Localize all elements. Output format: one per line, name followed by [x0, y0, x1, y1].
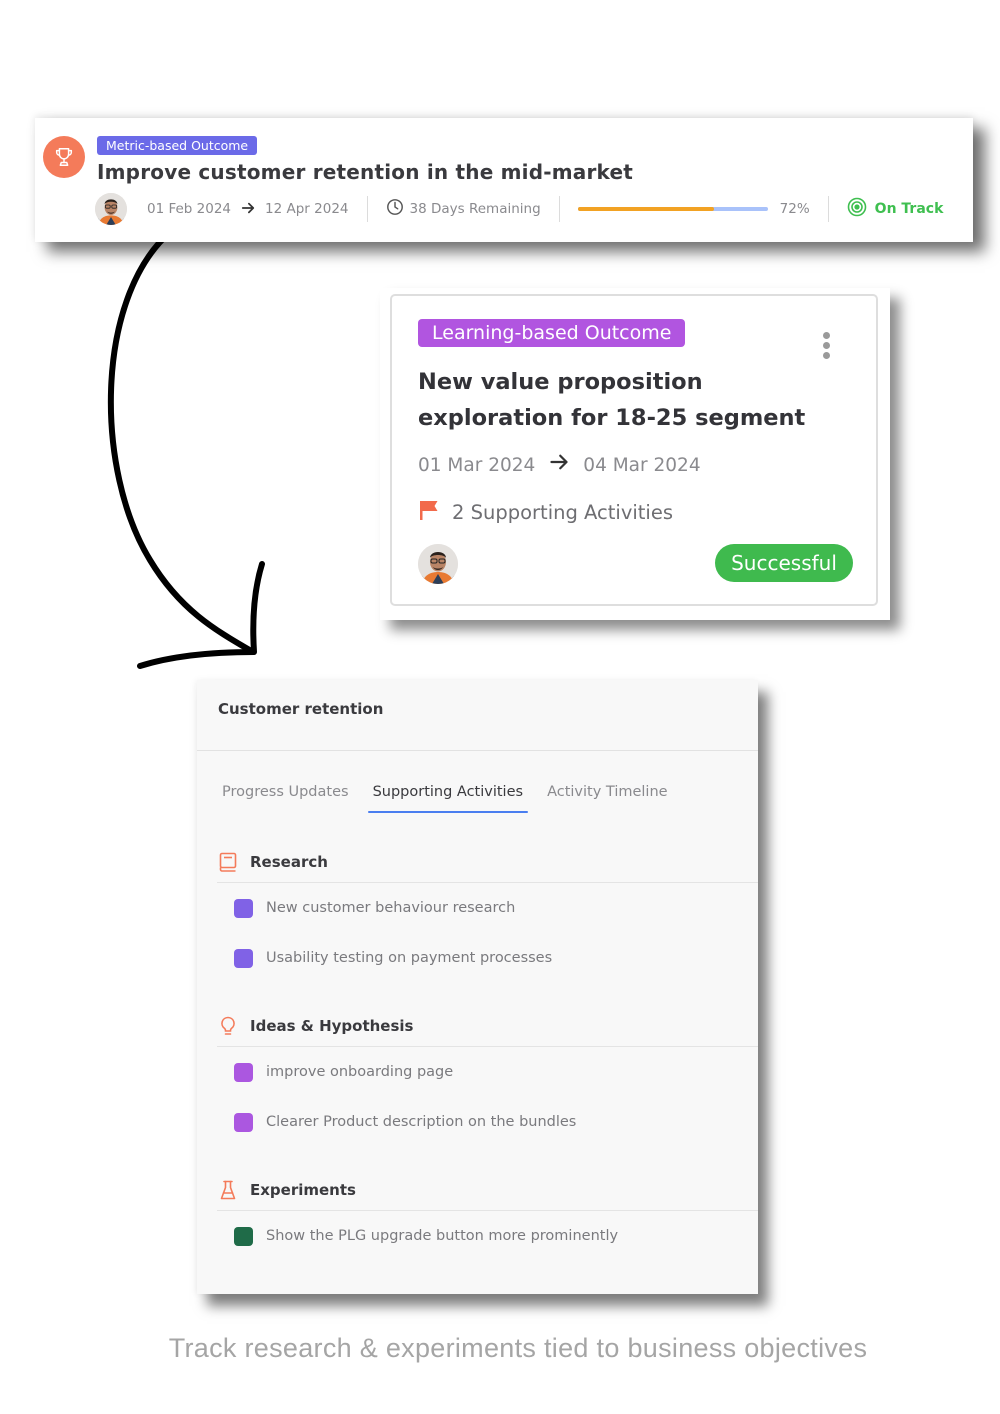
avatar[interactable]: [418, 544, 458, 584]
clock-icon: [386, 198, 404, 220]
start-date: 01 Mar 2024: [418, 454, 536, 476]
supporting-activities-label: 2 Supporting Activities: [452, 501, 674, 524]
status-badge: Successful: [715, 544, 853, 582]
section-research: Research New customer behaviour research…: [217, 841, 758, 983]
caption: Track research & experiments tied to bus…: [168, 1333, 868, 1363]
metric-outcome-card[interactable]: Metric-based Outcome Improve customer re…: [35, 118, 973, 242]
start-date: 01 Feb 2024: [147, 201, 232, 217]
activity-label: New customer behaviour research: [266, 900, 516, 916]
panel-title: Customer retention: [218, 700, 384, 718]
lightbulb-icon: [217, 1016, 239, 1036]
flask-icon: [217, 1180, 239, 1200]
list-item[interactable]: improve onboarding page: [217, 1047, 758, 1097]
date-range: 01 Mar 2024 04 Mar 2024: [418, 452, 701, 478]
list-item[interactable]: Usability testing on payment processes: [217, 933, 758, 983]
divider: [197, 750, 758, 751]
tab-supporting-activities[interactable]: Supporting Activities: [367, 784, 529, 813]
list-item[interactable]: New customer behaviour research: [217, 883, 758, 933]
activity-label: Show the PLG upgrade button more promine…: [266, 1228, 619, 1244]
tab-progress-updates[interactable]: Progress Updates: [217, 784, 354, 813]
divider: [827, 196, 829, 222]
activity-color-marker: [234, 1226, 253, 1246]
end-date: 04 Mar 2024: [583, 454, 701, 476]
activity-label: Usability testing on payment processes: [266, 950, 553, 966]
days-remaining: 38 Days Remaining: [409, 201, 541, 217]
activity-label: improve onboarding page: [266, 1064, 454, 1080]
outcome-title[interactable]: Improve customer retention in the mid-ma…: [97, 160, 633, 184]
learning-outcome-card-wrapper: Learning-based Outcome New value proposi…: [380, 288, 890, 620]
flag-icon: [420, 500, 438, 525]
trophy-icon: [43, 136, 85, 178]
avatar[interactable]: [95, 193, 127, 225]
book-icon: [217, 852, 239, 872]
progress-bar: [577, 207, 768, 211]
section-ideas-hypothesis: Ideas & Hypothesis improve onboarding pa…: [217, 1005, 758, 1147]
activity-color-marker: [234, 898, 253, 918]
progress-percent: 72%: [779, 201, 810, 217]
activity-color-marker: [234, 948, 253, 968]
activity-color-marker: [234, 1112, 253, 1132]
list-item[interactable]: Show the PLG upgrade button more promine…: [217, 1211, 758, 1261]
section-header: Experiments: [217, 1169, 758, 1211]
section-header: Ideas & Hypothesis: [217, 1005, 758, 1047]
customer-retention-panel: Customer retention Progress Updates Supp…: [197, 680, 758, 1294]
learning-outcome-card[interactable]: Learning-based Outcome New value proposi…: [390, 294, 878, 606]
activity-label: Clearer Product description on the bundl…: [266, 1114, 577, 1130]
section-label: Research: [250, 852, 328, 871]
activity-color-marker: [234, 1062, 253, 1082]
divider: [558, 196, 560, 222]
tab-activity-timeline[interactable]: Activity Timeline: [542, 784, 673, 813]
progress-bar-fill: [577, 207, 715, 211]
supporting-activities-count[interactable]: 2 Supporting Activities: [420, 500, 673, 525]
section-experiments: Experiments Show the PLG upgrade button …: [217, 1169, 758, 1261]
end-date: 12 Apr 2024: [265, 201, 349, 217]
section-label: Ideas & Hypothesis: [250, 1016, 414, 1035]
list-item[interactable]: Clearer Product description on the bundl…: [217, 1097, 758, 1147]
section-label: Experiments: [250, 1180, 356, 1199]
outcome-type-badge: Metric-based Outcome: [97, 136, 258, 155]
kebab-menu-icon[interactable]: [820, 332, 832, 362]
arrow-right-icon: [549, 452, 569, 478]
tab-bar: Progress Updates Supporting Activities A…: [217, 784, 687, 813]
arrow-right-icon: [241, 200, 255, 219]
outcome-type-badge: Learning-based Outcome: [418, 319, 686, 347]
outcome-title[interactable]: New value proposition exploration for 18…: [418, 364, 838, 436]
outcome-meta-row: 01 Feb 2024 12 Apr 2024 38 Days Remainin…: [95, 192, 943, 226]
target-icon: [847, 197, 867, 221]
status-badge: On Track: [874, 201, 944, 217]
divider: [366, 196, 368, 222]
section-header: Research: [217, 841, 758, 883]
